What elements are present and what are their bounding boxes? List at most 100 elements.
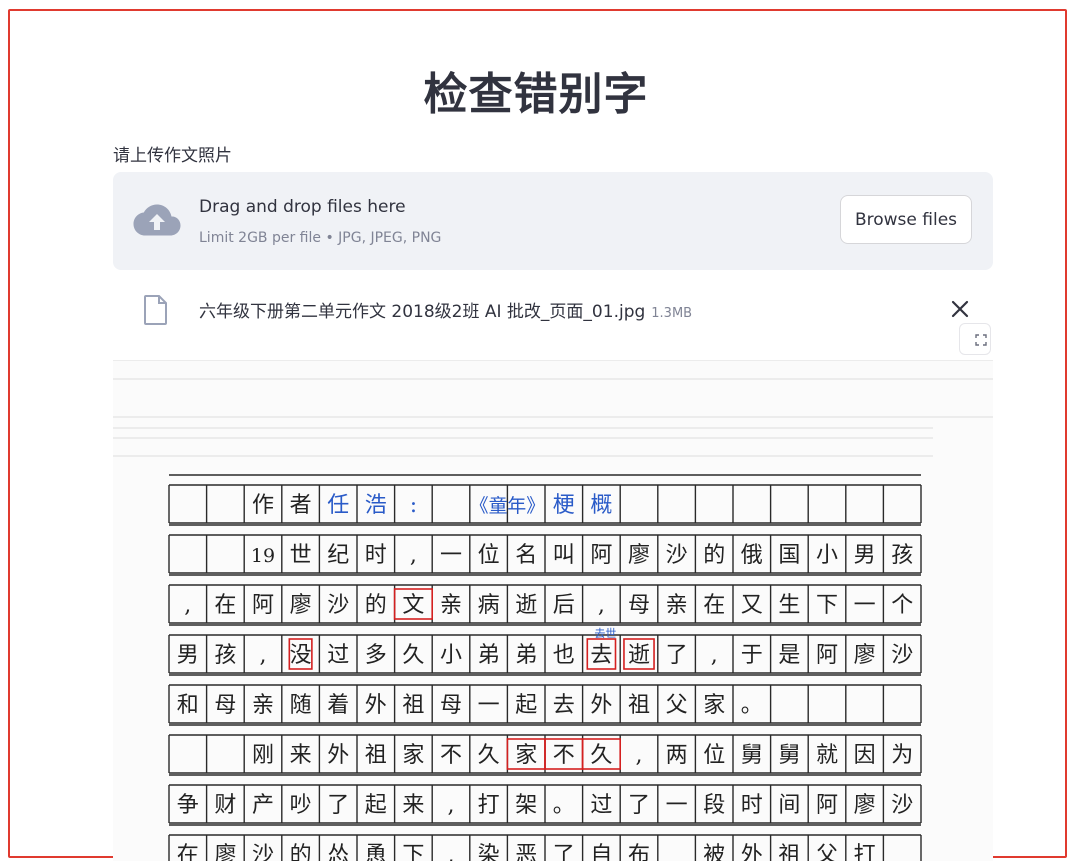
essay-char: 廖: [290, 593, 312, 618]
essay-char: 小: [440, 643, 462, 668]
essay-char: 祖: [778, 843, 800, 861]
essay-char: 时: [365, 543, 387, 568]
essay-char: 恿: [365, 843, 387, 861]
file-dropzone[interactable]: Drag and drop files here Limit 2GB per f…: [113, 172, 993, 270]
essay-char: 久: [478, 743, 500, 768]
essay-char: 就: [816, 743, 838, 768]
essay-char: 后: [553, 593, 575, 618]
essay-char: 没: [290, 643, 312, 668]
essay-char: 时: [741, 793, 763, 818]
essay-char: 廖: [214, 843, 236, 861]
essay-char: ,: [448, 793, 455, 818]
essay-char: 孩: [891, 543, 913, 568]
remove-file-button[interactable]: [947, 296, 973, 322]
essay-char: 了: [628, 793, 650, 818]
file-name-text: 六年级下册第二单元作文 2018级2班 AI 批改_页面_01.jpg: [199, 302, 646, 322]
essay-char: ,: [448, 843, 455, 861]
essay-char: 亲: [252, 693, 274, 718]
file-icon: [144, 295, 167, 325]
essay-char: ,: [598, 593, 605, 618]
essay-char: 《童: [470, 495, 508, 517]
essay-char: 逝: [515, 593, 537, 618]
essay-char: 恶: [515, 843, 537, 861]
essay-char: 久: [590, 743, 612, 768]
essay-char: 浩: [365, 493, 387, 518]
essay-char: 祖: [628, 693, 650, 718]
essay-char: 被: [703, 843, 725, 861]
essay-char: 亲: [440, 593, 462, 618]
essay-char: 的: [365, 593, 387, 618]
fullscreen-button[interactable]: [959, 323, 991, 355]
essay-char: 男: [177, 643, 199, 668]
essay-char: 久: [402, 643, 424, 668]
essay-char: 病: [478, 593, 500, 618]
essay-char: 起: [515, 693, 537, 718]
dropzone-subtitle: Limit 2GB per file • JPG, JPEG, PNG: [199, 230, 442, 246]
essay-char: 和: [177, 693, 199, 718]
essay-char: 去: [553, 693, 575, 718]
essay-char: 父: [666, 693, 688, 718]
essay-char: 生: [778, 593, 800, 618]
essay-char: 舅: [778, 743, 800, 768]
essay-char: 打: [478, 793, 500, 818]
essay-char: 产: [252, 793, 274, 818]
essay-char: 。: [741, 693, 763, 718]
essay-char: 廖: [854, 793, 876, 818]
essay-char: 个: [891, 593, 913, 618]
essay-char: 母: [214, 693, 236, 718]
essay-char: 怂: [327, 843, 349, 861]
essay-char: 了: [327, 793, 349, 818]
essay-char: 任: [327, 493, 349, 518]
essay-char: 。: [553, 793, 575, 818]
essay-char: 了: [666, 643, 688, 668]
essay-char: 架: [515, 793, 537, 818]
essay-char: 廖: [854, 643, 876, 668]
essay-char: 阿: [816, 643, 838, 668]
essay-char: 沙: [666, 543, 688, 568]
essay-char: 来: [402, 793, 424, 818]
essay-char: 一: [854, 593, 876, 618]
essay-char: 染: [478, 843, 500, 861]
essay-char: 名: [515, 543, 537, 568]
essay-char: 纪: [327, 543, 349, 568]
essay-char: 廖: [628, 543, 650, 568]
essay-char: 自: [590, 843, 612, 861]
browse-files-button[interactable]: Browse files: [840, 195, 972, 244]
essay-char: 叫: [553, 543, 575, 568]
essay-char: 母: [440, 693, 462, 718]
essay-char: 家: [703, 693, 725, 718]
essay-char: 亲: [666, 593, 688, 618]
essay-char: 因: [854, 743, 876, 768]
essay-char: 刚: [252, 743, 274, 768]
essay-char: 过: [327, 643, 349, 668]
essay-char: 阿: [816, 793, 838, 818]
essay-char: 男: [854, 543, 876, 568]
essay-char: 弟: [478, 643, 500, 668]
essay-char: 国: [778, 543, 800, 568]
essay-char: 不: [553, 743, 575, 768]
essay-char: :: [410, 493, 417, 518]
essay-char: 母: [628, 593, 650, 618]
essay-char: 来: [290, 743, 312, 768]
essay-char: 段: [703, 793, 725, 818]
essay-char: 一: [666, 793, 688, 818]
essay-char: 又: [741, 593, 763, 618]
essay-char: 多: [365, 643, 387, 668]
essay-char: 家: [515, 743, 537, 768]
essay-char: 在: [177, 843, 199, 861]
essay-char: 祖: [402, 693, 424, 718]
essay-char: 小: [816, 543, 838, 568]
essay-char: 父: [816, 843, 838, 861]
essay-char: ,: [711, 643, 718, 668]
fullscreen-icon: [975, 334, 987, 346]
cloud-upload-icon: [133, 204, 181, 236]
uploaded-file-row: 六年级下册第二单元作文 2018级2班 AI 批改_页面_01.jpg 1.3MB: [113, 286, 993, 334]
file-size: 1.3MB: [651, 306, 693, 321]
essay-char: ,: [184, 593, 191, 618]
essay-char: 位: [703, 743, 725, 768]
essay-char: 外: [365, 693, 387, 718]
essay-char: 弟: [515, 643, 537, 668]
essay-char: 阿: [590, 543, 612, 568]
essay-char: 争: [177, 793, 199, 818]
essay-char: 逝: [628, 643, 650, 668]
